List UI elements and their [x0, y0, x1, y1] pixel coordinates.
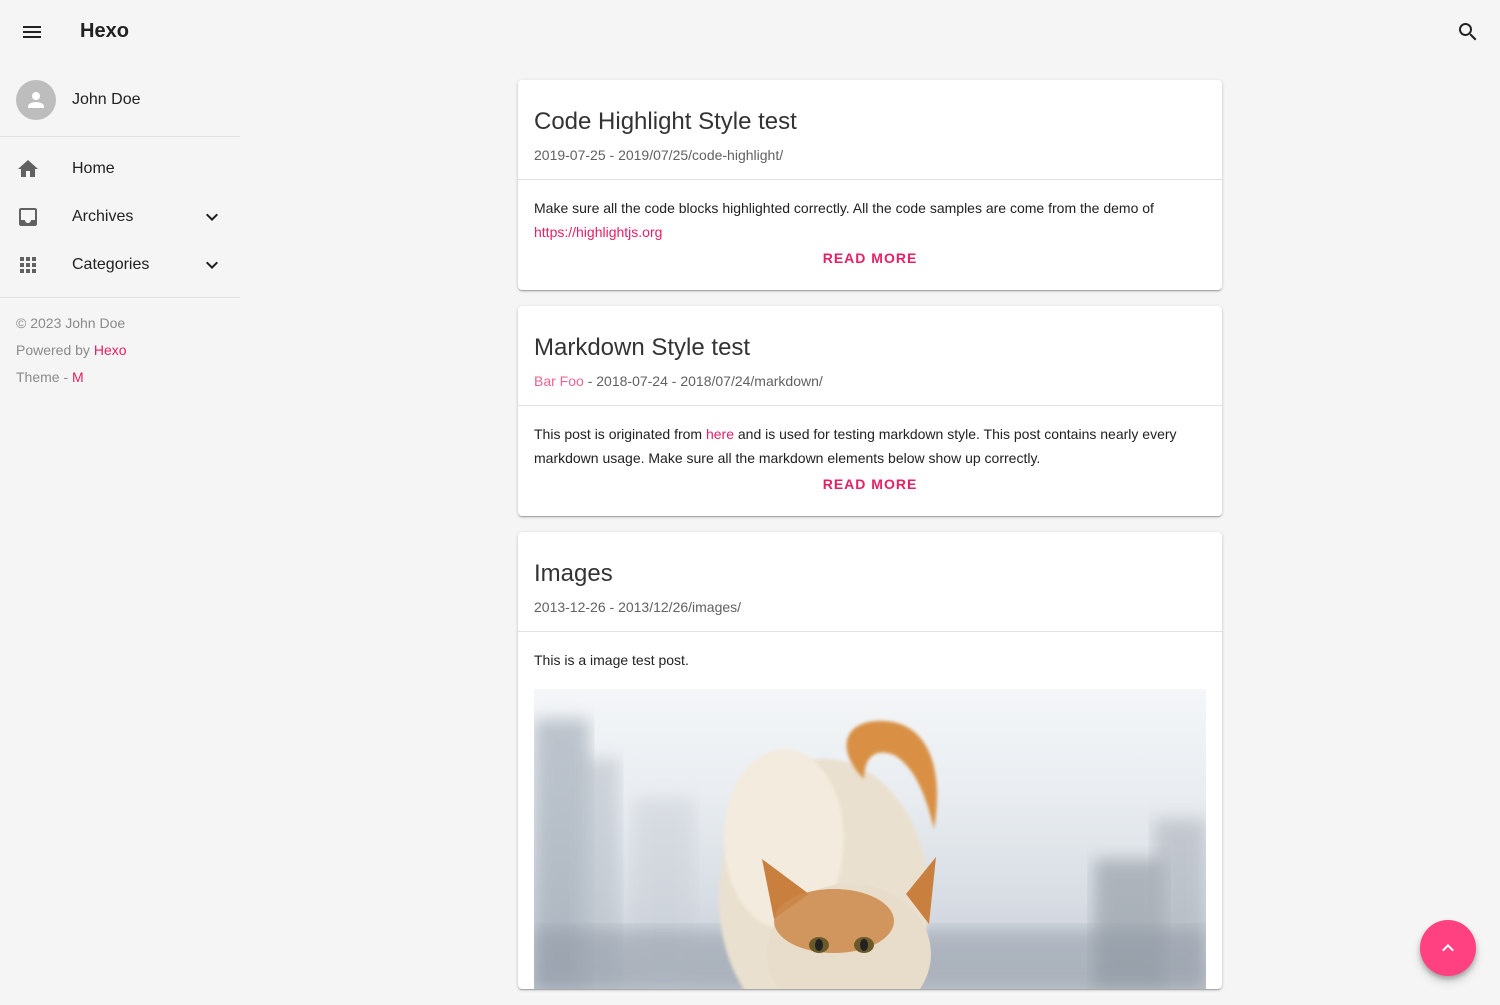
- search-button[interactable]: [1452, 16, 1484, 48]
- chevron-up-icon: [1442, 944, 1454, 952]
- post-path: 2013/12/26/images/: [618, 599, 742, 615]
- cat-photo: [534, 689, 1206, 989]
- user-profile[interactable]: John Doe: [0, 64, 240, 136]
- menu-button[interactable]: [16, 16, 48, 48]
- sidebar: John Doe Home Archives Categories © 2023…: [0, 64, 240, 403]
- post-header: Code Highlight Style test 2019-07-25 - 2…: [518, 80, 1222, 180]
- sidebar-item-home[interactable]: Home: [0, 145, 240, 193]
- hexo-link[interactable]: Hexo: [94, 342, 127, 358]
- read-more-button[interactable]: READ MORE: [815, 474, 926, 494]
- post-meta: 2019-07-25 - 2019/07/25/code-highlight/: [534, 147, 784, 163]
- search-icon: [1459, 23, 1477, 41]
- archive-icon: [19, 208, 37, 226]
- home-icon: [18, 160, 38, 177]
- post-date: 2019-07-25: [534, 147, 606, 163]
- sidebar-item-label: Archives: [72, 208, 134, 225]
- post-date: 2013-12-26: [534, 599, 606, 615]
- powered-by-prefix: Powered by: [16, 342, 94, 358]
- post-actions: READ MORE: [518, 470, 1222, 516]
- user-name: John Doe: [72, 91, 141, 108]
- post-card: Markdown Style test Bar Foo - 2018-07-24…: [518, 306, 1222, 516]
- post-title[interactable]: Markdown Style test: [534, 332, 1206, 364]
- post-path: 2019/07/25/code-highlight/: [618, 147, 784, 163]
- theme-text: Theme - M: [16, 364, 224, 391]
- top-app-bar: Hexo: [0, 0, 1500, 64]
- theme-link[interactable]: M: [72, 369, 84, 385]
- menu-icon: [23, 26, 41, 38]
- powered-by-text: Powered by Hexo: [16, 337, 224, 364]
- post-path: 2018/07/24/markdown/: [680, 373, 823, 389]
- post-author[interactable]: Bar Foo: [534, 373, 584, 389]
- theme-prefix: Theme -: [16, 369, 73, 385]
- post-header: Images 2013-12-26 - 2013/12/26/images/: [518, 532, 1222, 632]
- read-more-button[interactable]: READ MORE: [815, 248, 926, 268]
- post-meta: 2013-12-26 - 2013/12/26/images/: [534, 599, 742, 615]
- post-header: Markdown Style test Bar Foo - 2018-07-24…: [518, 306, 1222, 406]
- excerpt-link[interactable]: here: [706, 426, 734, 442]
- post-meta: Bar Foo - 2018-07-24 - 2018/07/24/markdo…: [534, 373, 823, 389]
- chevron-down-icon[interactable]: [200, 253, 224, 277]
- excerpt-text: Make sure all the code blocks highlighte…: [534, 200, 1154, 216]
- post-card: Images 2013-12-26 - 2013/12/26/images/ T…: [518, 532, 1222, 989]
- post-date: 2018-07-24: [596, 373, 668, 389]
- post-title[interactable]: Images: [534, 558, 1206, 590]
- cat-illustration: [534, 719, 1206, 989]
- person-icon: [28, 92, 44, 108]
- excerpt-text: This is a image test post.: [534, 652, 689, 668]
- sidebar-item-archives[interactable]: Archives: [0, 193, 240, 241]
- post-excerpt: Make sure all the code blocks highlighte…: [518, 180, 1222, 244]
- post-list: Code Highlight Style test 2019-07-25 - 2…: [518, 80, 1222, 1005]
- post-title[interactable]: Code Highlight Style test: [534, 106, 1206, 138]
- site-title[interactable]: Hexo: [80, 20, 129, 43]
- sidebar-item-label: Home: [72, 160, 115, 177]
- chevron-down-icon[interactable]: [200, 205, 224, 229]
- post-card: Code Highlight Style test 2019-07-25 - 2…: [518, 80, 1222, 290]
- excerpt-text: This post is originated from: [534, 426, 706, 442]
- post-excerpt: This post is originated from here and is…: [518, 406, 1222, 470]
- sidebar-item-label: Categories: [72, 256, 150, 273]
- sidebar-nav: Home Archives Categories: [0, 137, 240, 297]
- avatar: [16, 80, 56, 120]
- post-excerpt: This is a image test post.: [518, 632, 1222, 989]
- copyright-text: © 2023 John Doe: [16, 315, 126, 331]
- sidebar-footer: © 2023 John Doe Powered by Hexo Theme - …: [0, 298, 240, 403]
- scroll-top-button[interactable]: [1420, 920, 1476, 976]
- excerpt-link[interactable]: https://highlightjs.org: [534, 224, 662, 240]
- sidebar-item-categories[interactable]: Categories: [0, 241, 240, 289]
- apps-icon: [20, 257, 36, 273]
- post-actions: READ MORE: [518, 244, 1222, 290]
